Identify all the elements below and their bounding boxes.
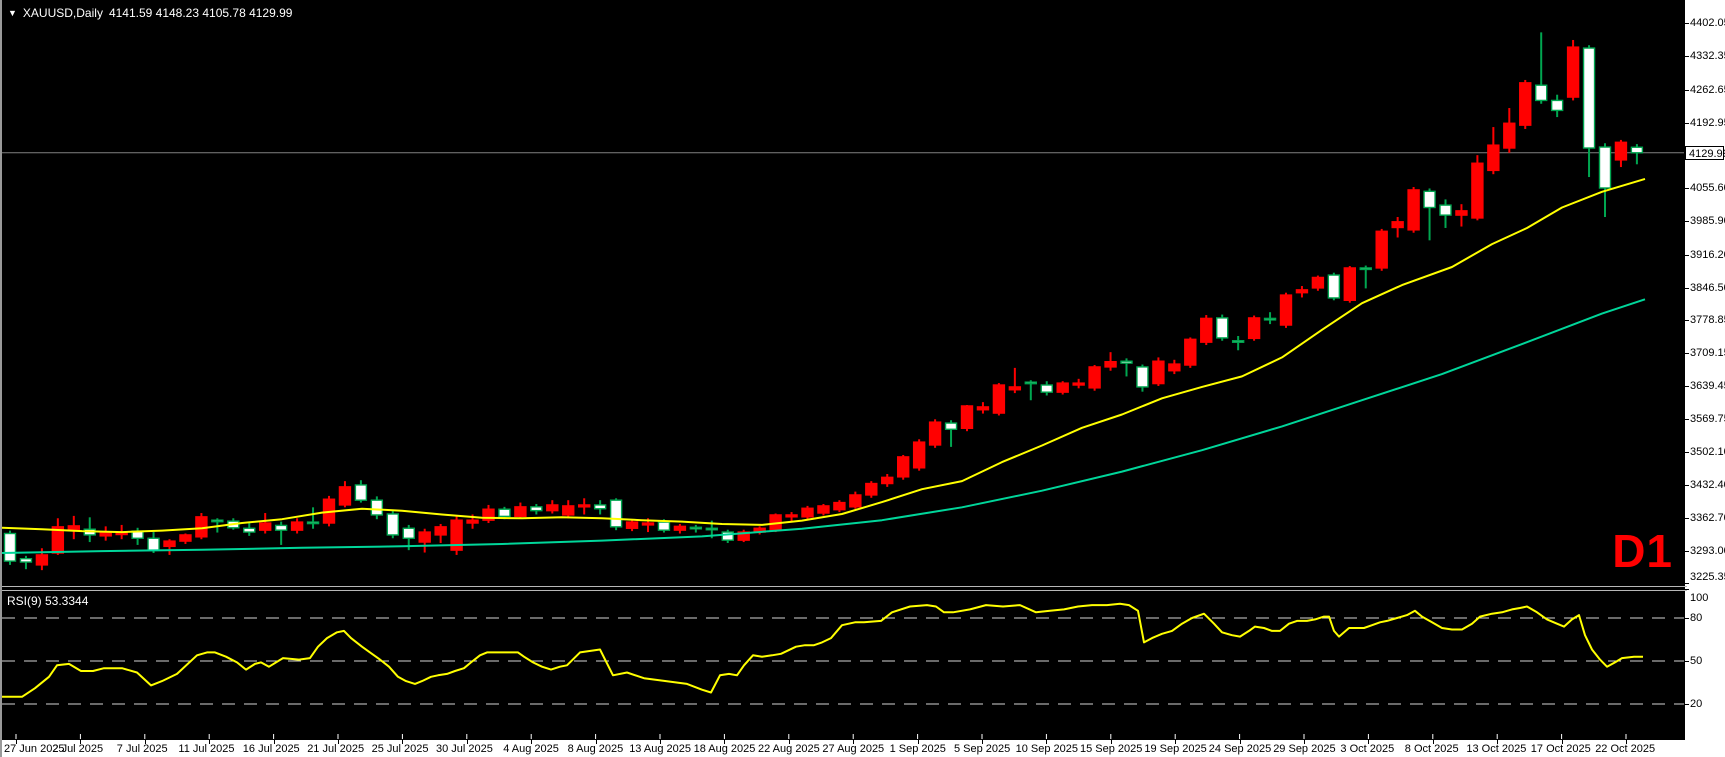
date-label: 22 Aug 2025	[758, 743, 820, 755]
price-tick	[1685, 188, 1689, 189]
ohlc-values: 4141.59 4148.23 4105.78 4129.99	[109, 6, 293, 20]
timeframe-watermark: D1	[1612, 524, 1673, 578]
price-tick	[1685, 90, 1689, 91]
candlestick-series	[5, 32, 1643, 570]
price-tick	[1685, 583, 1689, 584]
price-axis-label: 3985.90	[1690, 215, 1725, 227]
price-tick	[1685, 255, 1689, 256]
axis-corner	[1685, 739, 1725, 757]
date-axis[interactable]: 27 Jun 20252 Jul 20257 Jul 202511 Jul 20…	[2, 739, 1687, 757]
panel-splitter-top[interactable]	[2, 586, 1687, 587]
price-axis-label: 3639.45	[1690, 380, 1725, 392]
price-axis[interactable]: 4402.05 4332.35 4262.65 4192.95 4055.60 3985.…	[1684, 0, 1725, 757]
panel-splitter-bottom[interactable]	[2, 590, 1687, 591]
rsi-axis-label: 100	[1690, 592, 1708, 604]
rsi-axis-tick	[1685, 618, 1689, 619]
symbol-period-label: XAUUSD,Daily	[23, 6, 103, 20]
date-label: 24 Sep 2025	[1209, 743, 1271, 755]
date-label: 30 Jul 2025	[436, 743, 493, 755]
price-axis-label: 4332.35	[1690, 50, 1725, 62]
date-label: 8 Aug 2025	[568, 743, 624, 755]
rsi-axis-tick	[1685, 661, 1689, 662]
price-tick	[1685, 288, 1689, 289]
date-label: 16 Jul 2025	[243, 743, 300, 755]
price-axis-label: 3709.15	[1690, 347, 1725, 359]
date-label: 7 Jul 2025	[117, 743, 168, 755]
price-axis-label: 4055.60	[1690, 182, 1725, 194]
chart-header: ▼ XAUUSD,Daily 4141.59 4148.23 4105.78 4…	[8, 6, 292, 20]
rsi-axis-label: 50	[1690, 655, 1702, 667]
rsi-indicator-label: RSI(9) 53.3344	[7, 594, 88, 608]
price-axis-label: 3502.10	[1690, 446, 1725, 458]
date-label: 13 Aug 2025	[629, 743, 691, 755]
price-tick	[1685, 419, 1689, 420]
price-axis-label: 3569.75	[1690, 413, 1725, 425]
date-label: 22 Oct 2025	[1595, 743, 1655, 755]
price-tick	[1685, 23, 1689, 24]
date-label: 13 Oct 2025	[1466, 743, 1526, 755]
date-label: 5 Sep 2025	[954, 743, 1010, 755]
price-axis-label: 3225.35	[1690, 571, 1725, 583]
date-label: 1 Sep 2025	[890, 743, 946, 755]
price-axis-label: 3846.50	[1690, 282, 1725, 294]
date-label: 17 Oct 2025	[1531, 743, 1591, 755]
price-tick	[1685, 452, 1689, 453]
date-label: 15 Sep 2025	[1080, 743, 1142, 755]
price-tick	[1685, 320, 1689, 321]
price-tick	[1685, 123, 1689, 124]
price-tick	[1685, 518, 1689, 519]
price-tick	[1685, 386, 1689, 387]
date-label: 27 Aug 2025	[822, 743, 884, 755]
price-axis-label: 3432.40	[1690, 479, 1725, 491]
rsi-axis-tick	[1685, 704, 1689, 705]
rsi-level-lines	[2, 618, 1687, 704]
price-tick	[1685, 221, 1689, 222]
price-axis-label: 4192.95	[1690, 117, 1725, 129]
price-axis-label: 3293.00	[1690, 545, 1725, 557]
price-axis-label: 4262.65	[1690, 84, 1725, 96]
rsi-axis-label: 80	[1690, 612, 1702, 624]
price-tick	[1685, 485, 1689, 486]
price-axis-label: 4402.05	[1690, 17, 1725, 29]
date-label: 2 Jul 2025	[52, 743, 103, 755]
symbol-dropdown-icon[interactable]: ▼	[8, 8, 17, 18]
date-label: 11 Jul 2025	[178, 743, 234, 755]
price-tick	[1685, 353, 1689, 354]
date-label: 8 Oct 2025	[1405, 743, 1459, 755]
price-axis-label: 3362.70	[1690, 512, 1725, 524]
date-label: 25 Jul 2025	[372, 743, 429, 755]
date-label: 29 Sep 2025	[1273, 743, 1335, 755]
date-label: 4 Aug 2025	[503, 743, 559, 755]
chart-canvas[interactable]	[2, 0, 1725, 757]
current-price-badge: 4129.99	[1685, 146, 1724, 160]
trading-terminal-window: ▼ XAUUSD,Daily 4141.59 4148.23 4105.78 4…	[0, 0, 1725, 757]
price-tick	[1685, 551, 1689, 552]
price-tick	[1685, 56, 1689, 57]
date-label: 18 Aug 2025	[694, 743, 756, 755]
price-axis-label: 3916.20	[1690, 249, 1725, 261]
date-label: 10 Sep 2025	[1016, 743, 1078, 755]
date-label: 3 Oct 2025	[1340, 743, 1394, 755]
rsi-axis-label: 20	[1690, 698, 1702, 710]
date-label: 19 Sep 2025	[1144, 743, 1206, 755]
price-axis-label: 3778.85	[1690, 314, 1725, 326]
date-label: 21 Jul 2025	[307, 743, 364, 755]
